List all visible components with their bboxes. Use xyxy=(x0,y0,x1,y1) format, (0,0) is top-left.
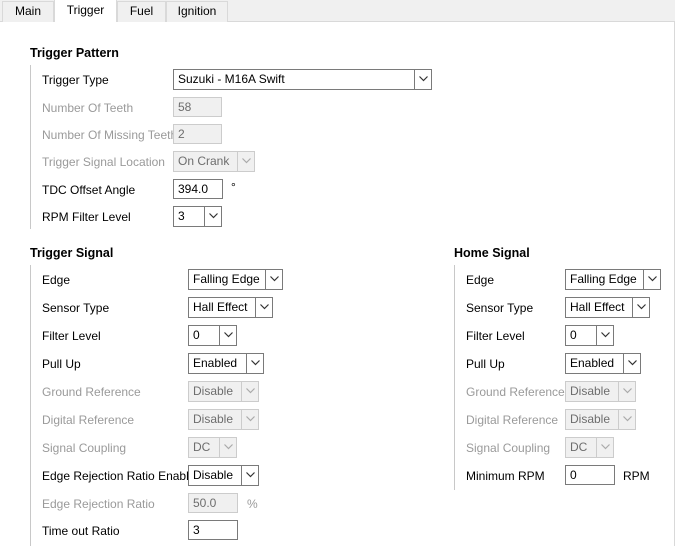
degree-unit: ° xyxy=(231,180,236,194)
hs-ground-ref-select[interactable]: Disable xyxy=(565,381,636,402)
ts-digital-ref-label: Digital Reference xyxy=(42,413,135,427)
ts-filter-level-label: Filter Level xyxy=(42,329,101,343)
chevron-down-icon xyxy=(596,326,613,345)
tab-main[interactable]: Main xyxy=(2,1,54,22)
rpm-unit: RPM xyxy=(623,469,650,483)
ts-sensor-type-select[interactable]: Hall Effect xyxy=(188,297,273,318)
chevron-down-icon xyxy=(623,354,640,373)
ts-ground-ref-select[interactable]: Disable xyxy=(188,381,259,402)
rpm-filter-value: 3 xyxy=(178,209,185,223)
ts-digital-ref-select[interactable]: Disable xyxy=(188,409,259,430)
chevron-down-icon xyxy=(241,382,258,401)
percent-unit: % xyxy=(247,497,258,511)
rpm-filter-label: RPM Filter Level xyxy=(42,210,131,224)
ts-timeout-label: Time out Ratio xyxy=(42,524,120,538)
chevron-down-icon xyxy=(204,207,221,226)
hs-signal-coupling-value: DC xyxy=(570,440,588,454)
chevron-down-icon xyxy=(219,326,236,345)
ts-edge-rej-ratio-label: Edge Rejection Ratio xyxy=(42,497,155,511)
hs-min-rpm-field[interactable]: 0 xyxy=(565,465,615,485)
tdc-offset-field[interactable]: 394.0 xyxy=(173,179,223,199)
tab-trigger[interactable]: Trigger xyxy=(54,0,117,23)
ts-timeout-field[interactable]: 3 xyxy=(188,520,238,540)
hs-filter-level-select[interactable]: 0 xyxy=(565,325,614,346)
hs-pull-up-label: Pull Up xyxy=(466,357,505,371)
trigger-panel: Trigger Pattern Trigger Type Suzuki - M1… xyxy=(0,22,675,546)
hs-digital-ref-label: Digital Reference xyxy=(466,413,559,427)
hs-digital-ref-value: Disable xyxy=(570,412,611,426)
ts-edge-label: Edge xyxy=(42,273,71,287)
signal-location-value: On Crank xyxy=(178,154,230,168)
ts-signal-coupling-value: DC xyxy=(193,440,211,454)
num-missing-teeth-label: Number Of Missing Teeth xyxy=(42,128,178,142)
chevron-down-icon xyxy=(265,270,282,289)
chevron-down-icon xyxy=(241,410,258,429)
signal-location-label: Trigger Signal Location xyxy=(42,155,165,169)
trigger-pattern-title: Trigger Pattern xyxy=(30,46,119,60)
ts-pull-up-select[interactable]: Enabled xyxy=(188,353,264,374)
trigger-signal-divider xyxy=(30,265,31,546)
hs-pull-up-select[interactable]: Enabled xyxy=(565,353,641,374)
hs-digital-ref-select[interactable]: Disable xyxy=(565,409,636,430)
chevron-down-icon xyxy=(596,438,613,457)
trigger-pattern-divider xyxy=(30,65,31,229)
num-teeth-label: Number Of Teeth xyxy=(42,101,134,115)
hs-sensor-type-label: Sensor Type xyxy=(466,301,534,315)
ts-edge-rej-ratio-field[interactable]: 50.0 xyxy=(188,493,238,513)
ts-edge-rej-enable-select[interactable]: Disable xyxy=(188,465,259,486)
trigger-type-label: Trigger Type xyxy=(42,73,109,87)
chevron-down-icon xyxy=(643,270,660,289)
hs-signal-coupling-select[interactable]: DC xyxy=(565,437,614,458)
chevron-down-icon xyxy=(632,298,649,317)
hs-sensor-type-select[interactable]: Hall Effect xyxy=(565,297,650,318)
hs-edge-select[interactable]: Falling Edge xyxy=(565,269,661,290)
num-missing-teeth-field[interactable]: 2 xyxy=(173,124,222,144)
chevron-down-icon xyxy=(618,382,635,401)
ts-edge-value: Falling Edge xyxy=(193,272,260,286)
ts-filter-level-select[interactable]: 0 xyxy=(188,325,237,346)
ts-ground-ref-label: Ground Reference xyxy=(42,385,141,399)
trigger-signal-title: Trigger Signal xyxy=(30,246,114,260)
hs-signal-coupling-label: Signal Coupling xyxy=(466,441,551,455)
signal-location-select[interactable]: On Crank xyxy=(173,151,255,172)
chevron-down-icon xyxy=(241,466,258,485)
ts-edge-select[interactable]: Falling Edge xyxy=(188,269,283,290)
hs-edge-value: Falling Edge xyxy=(570,272,637,286)
hs-filter-level-label: Filter Level xyxy=(466,329,525,343)
home-signal-divider xyxy=(454,265,455,490)
hs-edge-label: Edge xyxy=(466,273,495,287)
ts-pull-up-label: Pull Up xyxy=(42,357,81,371)
chevron-down-icon xyxy=(246,354,263,373)
rpm-filter-select[interactable]: 3 xyxy=(173,206,222,227)
ts-sensor-type-value: Hall Effect xyxy=(193,300,248,314)
hs-filter-level-value: 0 xyxy=(570,328,577,342)
hs-sensor-type-value: Hall Effect xyxy=(570,300,625,314)
ts-signal-coupling-label: Signal Coupling xyxy=(42,441,127,455)
ts-filter-level-value: 0 xyxy=(193,328,200,342)
hs-ground-ref-label: Ground Reference xyxy=(466,385,565,399)
ts-signal-coupling-select[interactable]: DC xyxy=(188,437,237,458)
hs-ground-ref-value: Disable xyxy=(570,384,611,398)
hs-pull-up-value: Enabled xyxy=(570,356,615,370)
chevron-down-icon xyxy=(255,298,272,317)
chevron-down-icon xyxy=(219,438,236,457)
hs-min-rpm-label: Minimum RPM xyxy=(466,469,545,483)
ts-edge-rej-enable-label: Edge Rejection Ratio Enable xyxy=(42,469,196,483)
tdc-offset-label: TDC Offset Angle xyxy=(42,183,136,197)
chevron-down-icon xyxy=(414,70,431,89)
home-signal-title: Home Signal xyxy=(454,246,530,260)
trigger-type-value: Suzuki - M16A Swift xyxy=(178,72,285,86)
chevron-down-icon xyxy=(237,152,254,171)
ts-pull-up-value: Enabled xyxy=(193,356,238,370)
num-teeth-field[interactable]: 58 xyxy=(173,97,222,117)
tab-bar: Main Trigger Fuel Ignition xyxy=(0,0,675,23)
ts-ground-ref-value: Disable xyxy=(193,384,234,398)
tab-fuel[interactable]: Fuel xyxy=(117,1,166,22)
chevron-down-icon xyxy=(618,410,635,429)
ts-edge-rej-enable-value: Disable xyxy=(193,468,234,482)
ts-digital-ref-value: Disable xyxy=(193,412,234,426)
trigger-type-select[interactable]: Suzuki - M16A Swift xyxy=(173,69,432,90)
ts-sensor-type-label: Sensor Type xyxy=(42,301,110,315)
tab-ignition[interactable]: Ignition xyxy=(166,1,228,22)
